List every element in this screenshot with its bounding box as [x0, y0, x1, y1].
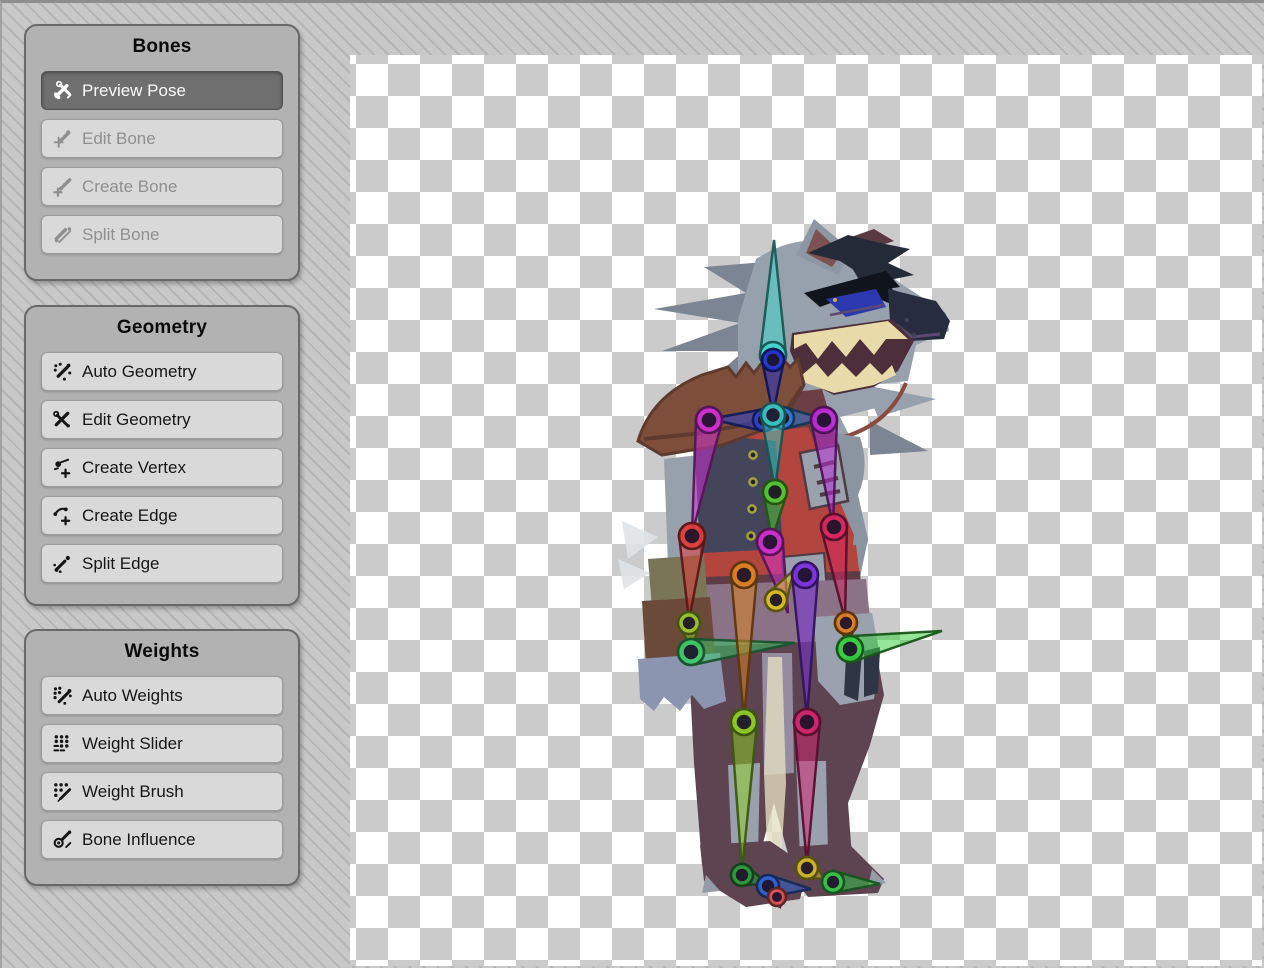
edit-bone-button-label: Edit Bone: [82, 129, 156, 149]
split-bone-button-label: Split Bone: [82, 225, 160, 245]
create-edge-button-label: Create Edge: [82, 506, 177, 526]
edit-bone-button[interactable]: Edit Bone: [41, 119, 283, 158]
create-edge-button[interactable]: Create Edge: [41, 496, 283, 535]
skinning-canvas[interactable]: [350, 55, 1262, 966]
weights-panel: Weights Auto Weights Weight Slider Weight …: [24, 629, 300, 886]
preview-pose-icon: [52, 80, 73, 101]
bones-panel-title: Bones: [26, 36, 298, 58]
skinning-editor-window: Bones Preview Pose Edit Bone Create Bone Sp…: [0, 0, 1264, 968]
auto-weights-button-label: Auto Weights: [82, 686, 183, 706]
weight-brush-icon: [52, 781, 73, 802]
create-vertex-button[interactable]: Create Vertex: [41, 448, 283, 487]
auto-weights-button[interactable]: Auto Weights: [41, 676, 283, 715]
weight-slider-button-label: Weight Slider: [82, 734, 183, 754]
auto-weights-icon: [52, 685, 73, 706]
weights-panel-buttons: Auto Weights Weight Slider Weight Brush Bon…: [41, 676, 283, 859]
bones-panel: Bones Preview Pose Edit Bone Create Bone Sp…: [24, 24, 300, 281]
bone-influence-button[interactable]: Bone Influence: [41, 820, 283, 859]
bones-panel-buttons: Preview Pose Edit Bone Create Bone Split Bo…: [41, 71, 283, 254]
create-vertex-button-label: Create Vertex: [82, 458, 186, 478]
edit-geometry-button[interactable]: Edit Geometry: [41, 400, 283, 439]
auto-geometry-button-label: Auto Geometry: [82, 362, 196, 382]
edit-geometry-icon: [52, 409, 73, 430]
bone-toe-left[interactable]: [768, 888, 786, 907]
weight-slider-button[interactable]: Weight Slider: [41, 724, 283, 763]
bone-influence-button-label: Bone Influence: [82, 830, 195, 850]
weight-brush-button[interactable]: Weight Brush: [41, 772, 283, 811]
weight-brush-button-label: Weight Brush: [82, 782, 184, 802]
geometry-panel: Geometry Auto Geometry Edit Geometry Creat…: [24, 305, 300, 606]
canvas-scene: [350, 55, 1262, 966]
geometry-panel-title: Geometry: [26, 317, 298, 339]
create-vertex-icon: [52, 457, 73, 478]
auto-geometry-button[interactable]: Auto Geometry: [41, 352, 283, 391]
weight-slider-icon: [52, 733, 73, 754]
geometry-panel-buttons: Auto Geometry Edit Geometry Create Vertex C…: [41, 352, 283, 583]
create-bone-button[interactable]: Create Bone: [41, 167, 283, 206]
edit-bone-icon: [52, 128, 73, 149]
create-edge-icon: [52, 505, 73, 526]
bone-influence-icon: [52, 829, 73, 850]
edit-geometry-button-label: Edit Geometry: [82, 410, 191, 430]
create-bone-icon: [52, 176, 73, 197]
split-edge-icon: [52, 553, 73, 574]
split-edge-button-label: Split Edge: [82, 554, 160, 574]
create-bone-button-label: Create Bone: [82, 177, 177, 197]
split-edge-button[interactable]: Split Edge: [41, 544, 283, 583]
preview-pose-button-label: Preview Pose: [82, 81, 186, 101]
split-bone-icon: [52, 224, 73, 245]
preview-pose-button[interactable]: Preview Pose: [41, 71, 283, 110]
weights-panel-title: Weights: [26, 641, 298, 663]
bone-hand-right[interactable]: [837, 631, 942, 662]
split-bone-button[interactable]: Split Bone: [41, 215, 283, 254]
auto-geometry-icon: [52, 361, 73, 382]
